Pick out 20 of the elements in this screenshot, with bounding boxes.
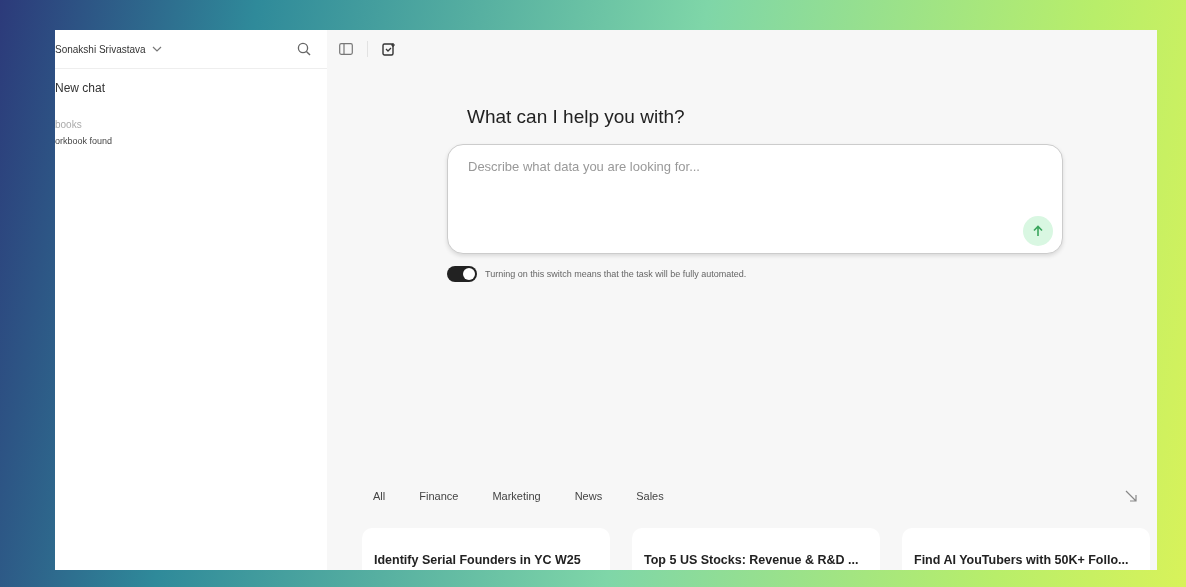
category-tab[interactable]: Marketing: [486, 486, 547, 506]
category-tab[interactable]: Sales: [630, 486, 670, 506]
category-tab[interactable]: Finance: [413, 486, 465, 506]
arrow-up-icon: [1032, 225, 1044, 237]
empty-message: orkbook found: [55, 136, 114, 146]
chevron-down-icon[interactable]: [151, 46, 162, 52]
section-title: books: [55, 119, 83, 130]
template-card[interactable]: Top 5 US Stocks: Revenue & R&D ...: [632, 528, 880, 570]
user-name[interactable]: Sonakshi Srivastava: [55, 43, 146, 55]
category-tab[interactable]: News: [568, 486, 609, 506]
automation-switch[interactable]: [447, 266, 477, 282]
new-chat-button[interactable]: New chat: [55, 81, 327, 95]
search-icon[interactable]: [297, 42, 311, 56]
automation-label: Turning on this switch means that the task will be fully automated.: [485, 269, 747, 279]
sidebar-toggle-icon[interactable]: [339, 43, 353, 55]
prompt-field[interactable]: Describe what data you are looking for...: [447, 144, 1063, 254]
category-tab[interactable]: All: [367, 486, 392, 506]
template-card[interactable]: Identify Serial Founders in YC W25: [362, 528, 610, 570]
prompt-title: What can I help you with?: [467, 106, 686, 128]
template-card[interactable]: Find AI YouTubers with 50K+ Follo...: [902, 528, 1150, 570]
